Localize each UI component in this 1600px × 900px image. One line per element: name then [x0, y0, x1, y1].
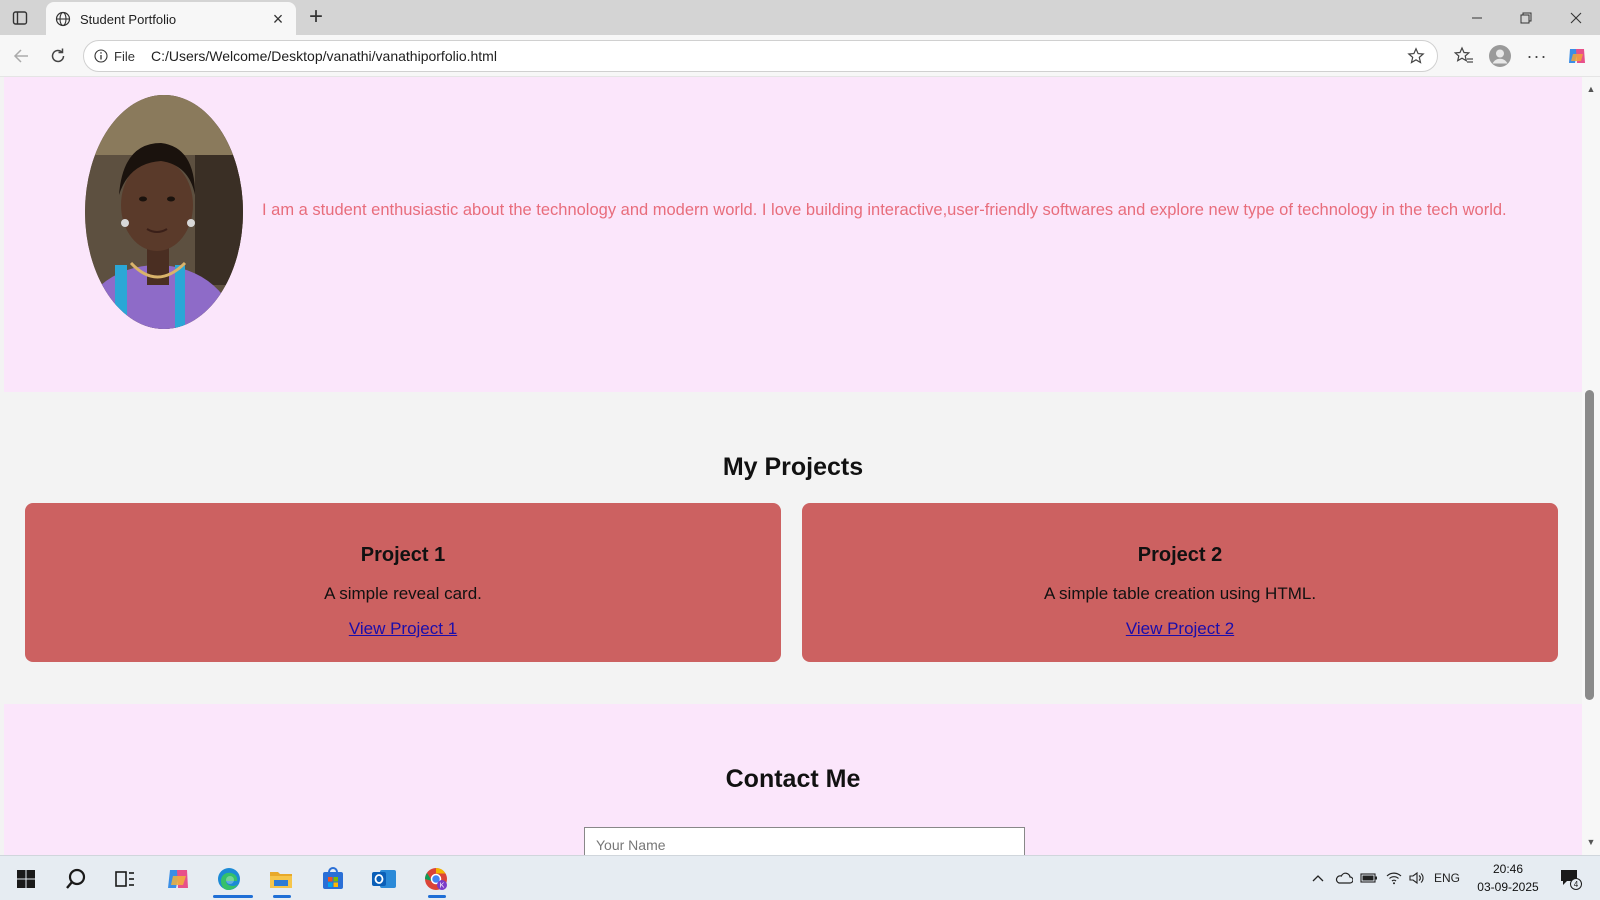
info-icon[interactable] [93, 48, 109, 64]
outlook-icon[interactable] [364, 860, 404, 898]
view-project-link[interactable]: View Project 1 [349, 619, 457, 639]
clock-time: 20:46 [1492, 862, 1524, 876]
favorites-icon[interactable] [1451, 43, 1477, 69]
copilot-app-icon[interactable] [158, 860, 198, 898]
microsoft-store-icon[interactable] [313, 860, 353, 898]
more-options-icon[interactable]: ··· [1524, 43, 1550, 69]
onedrive-cloud-icon[interactable] [1333, 855, 1355, 900]
project-title: Project 1 [360, 544, 446, 566]
new-tab-button[interactable]: + [303, 3, 329, 30]
close-window-button[interactable] [1552, 0, 1600, 35]
browser-tab-bar: Student Portfolio × + [0, 0, 1600, 36]
project-card: Project 2 A simple table creation using … [802, 503, 1558, 662]
address-bar[interactable]: File C:/Users/Welcome/Desktop/vanathi/va… [83, 40, 1438, 72]
copilot-icon[interactable] [1564, 43, 1590, 69]
minimize-button[interactable] [1453, 0, 1501, 35]
battery-icon[interactable] [1358, 855, 1380, 900]
task-view-icon[interactable] [105, 860, 145, 898]
globe-icon [54, 10, 72, 28]
edge-browser-icon[interactable] [209, 860, 253, 898]
scrollbar-thumb[interactable] [1585, 390, 1594, 700]
search-icon[interactable] [56, 860, 96, 898]
close-tab-icon[interactable]: × [268, 9, 288, 29]
browser-toolbar: File C:/Users/Welcome/Desktop/vanathi/va… [0, 35, 1600, 77]
project-title: Project 2 [1137, 544, 1223, 566]
contact-section: Contact Me [4, 704, 1582, 855]
file-explorer-icon[interactable] [261, 860, 301, 898]
about-section: I am a student enthusiastic about the te… [4, 77, 1582, 392]
start-button[interactable] [6, 860, 46, 898]
clock-date: 03-09-2025 [1477, 880, 1539, 894]
project-card: Project 1 A simple reveal card. View Pro… [25, 503, 781, 662]
clock[interactable]: 20:46 03-09-2025 [1468, 860, 1548, 896]
scheme-label: File [114, 48, 135, 64]
browser-tab-active[interactable]: Student Portfolio × [46, 2, 296, 36]
notification-count: 4 [1574, 880, 1579, 889]
chrome-profile-icon[interactable]: K [416, 860, 456, 898]
back-button[interactable] [8, 43, 34, 69]
tab-title: Student Portfolio [80, 11, 177, 27]
profile-avatar-icon[interactable] [1487, 43, 1513, 69]
volume-icon[interactable] [1406, 855, 1428, 900]
projects-heading: My Projects [722, 453, 864, 481]
tab-actions-icon[interactable] [10, 8, 30, 28]
svg-text:K: K [440, 883, 445, 890]
scroll-down-arrow-icon[interactable]: ▼ [1585, 836, 1597, 848]
project-description: A simple table creation using HTML. [1043, 584, 1317, 603]
language-indicator[interactable]: ENG [1432, 855, 1462, 900]
name-input[interactable] [584, 827, 1025, 855]
show-hidden-icons-chevron-icon[interactable] [1308, 855, 1328, 900]
contact-heading: Contact Me [725, 765, 861, 793]
restore-button[interactable] [1502, 0, 1550, 35]
url-text[interactable]: C:/Users/Welcome/Desktop/vanathi/vanathi… [151, 48, 1405, 64]
favorite-star-icon[interactable] [1405, 45, 1427, 67]
page-viewport: I am a student enthusiastic about the te… [4, 77, 1582, 855]
notification-center-icon[interactable]: 4 [1555, 855, 1585, 900]
about-text: I am a student enthusiastic about the te… [262, 201, 1507, 219]
wifi-icon[interactable] [1383, 855, 1405, 900]
view-project-link[interactable]: View Project 2 [1126, 619, 1234, 639]
refresh-button[interactable] [45, 43, 71, 69]
project-description: A simple reveal card. [324, 584, 482, 603]
profile-photo [85, 95, 243, 329]
scroll-up-arrow-icon[interactable]: ▲ [1585, 83, 1597, 95]
projects-section: My Projects Project 1 A simple reveal ca… [4, 392, 1582, 708]
